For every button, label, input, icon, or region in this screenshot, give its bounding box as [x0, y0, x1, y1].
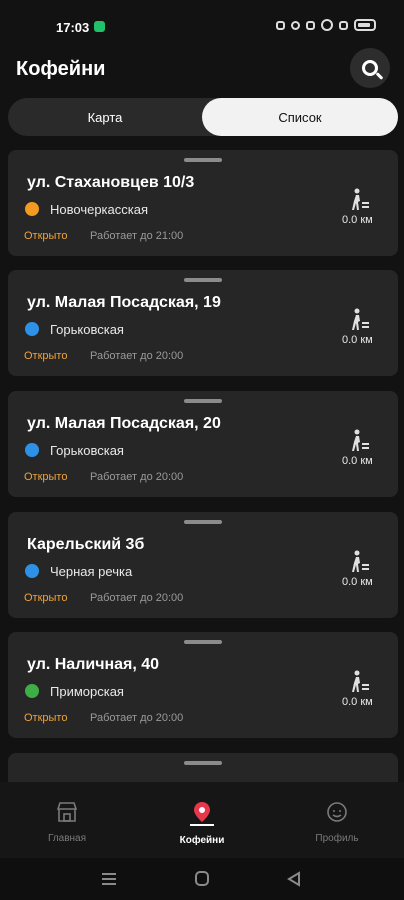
metro-station: Горьковская [50, 322, 124, 337]
distance: 0.0 км [342, 334, 373, 346]
location-pin-icon [194, 802, 210, 822]
nav-item-cafes[interactable]: Кофейни [152, 800, 252, 848]
nav-label: Главная [47, 833, 87, 844]
metro-line-dot [25, 564, 39, 578]
walking-person-icon [352, 188, 369, 210]
open-status: Открыто [24, 592, 68, 604]
metro-station: Новочеркасская [50, 202, 149, 217]
drag-handle[interactable] [184, 640, 222, 644]
distance: 0.0 км [342, 455, 373, 467]
signal-icon [339, 20, 348, 30]
cafe-card[interactable]: ул. Наличная, 40 Приморская Открыто Рабо… [8, 632, 398, 738]
metro-line-dot [25, 202, 39, 216]
drag-handle[interactable] [184, 761, 222, 765]
status-time: 17:03 [56, 20, 90, 35]
nav-item-profile[interactable]: Профиль [287, 800, 387, 846]
drag-handle[interactable] [184, 278, 222, 282]
back-icon[interactable] [284, 870, 304, 888]
open-status: Открыто [24, 712, 68, 724]
cafe-address: ул. Малая Посадская, 20 [27, 415, 221, 432]
working-hours: Работает до 20:00 [90, 471, 184, 483]
header: Кофейни [0, 48, 404, 94]
walking-person-icon [352, 550, 369, 572]
working-hours: Работает до 20:00 [90, 712, 184, 724]
view-toggle: Карта Список [8, 98, 398, 136]
metro-station: Черная речка [50, 564, 133, 579]
distance: 0.0 км [342, 214, 373, 226]
working-hours: Работает до 20:00 [90, 592, 184, 604]
metro-line-dot [25, 684, 39, 698]
cafe-address: Карельский 3б [27, 536, 145, 553]
location-icon [291, 20, 300, 30]
drag-handle[interactable] [184, 399, 222, 403]
status-icons [276, 19, 376, 31]
cafe-card[interactable]: ул. Стахановцев 10/3 Новочеркасская Откр… [8, 150, 398, 256]
cafe-card[interactable]: ул. Малая Посадская, 20 Горьковская Откр… [8, 391, 398, 497]
cafe-card[interactable]: ул. Малая Посадская, 19 Горьковская Откр… [8, 270, 398, 376]
metro-line-dot [25, 322, 39, 336]
home-icon[interactable] [192, 870, 212, 888]
nav-label: Профиль [315, 833, 359, 844]
tab-map[interactable]: Карта [8, 98, 202, 136]
open-status: Открыто [24, 350, 68, 362]
store-icon [56, 802, 78, 822]
status-bar: 17:03 [0, 0, 404, 54]
metro-station: Приморская [50, 684, 124, 699]
page-title: Кофейни [16, 58, 106, 80]
search-button[interactable] [350, 48, 390, 88]
cafe-card[interactable]: Карельский 3б Черная речка Открыто Работ… [8, 512, 398, 618]
tab-list[interactable]: Список [202, 98, 398, 136]
open-status: Открыто [24, 230, 68, 242]
active-indicator [190, 824, 214, 826]
distance: 0.0 км [342, 696, 373, 708]
metro-station: Горьковская [50, 443, 124, 458]
walking-person-icon [352, 308, 369, 330]
system-nav-bar [0, 858, 404, 900]
working-hours: Работает до 21:00 [90, 230, 184, 242]
battery-icon [354, 19, 376, 31]
distance: 0.0 км [342, 576, 373, 588]
cafe-address: ул. Наличная, 40 [27, 656, 160, 673]
recents-icon[interactable] [99, 870, 119, 888]
cafe-address: ул. Стахановцев 10/3 [27, 174, 195, 191]
notification-app-icon [94, 21, 105, 32]
wifi-icon [321, 19, 333, 31]
data-icon [306, 20, 315, 30]
working-hours: Работает до 20:00 [90, 350, 184, 362]
cafe-address: ул. Малая Посадская, 19 [27, 294, 221, 311]
bottom-nav: Главная Кофейни Профиль [0, 782, 404, 858]
open-status: Открыто [24, 471, 68, 483]
cafe-card-partial[interactable] [8, 753, 398, 782]
drag-handle[interactable] [184, 158, 222, 162]
walking-person-icon [352, 670, 369, 692]
profile-icon [327, 802, 347, 822]
nav-label: Кофейни [179, 835, 225, 846]
search-icon [362, 60, 378, 76]
vibrate-icon [276, 20, 285, 30]
cafe-list: ул. Стахановцев 10/3 Новочеркасская Откр… [0, 150, 404, 782]
metro-line-dot [25, 443, 39, 457]
drag-handle[interactable] [184, 520, 222, 524]
nav-item-home[interactable]: Главная [17, 800, 117, 846]
walking-person-icon [352, 429, 369, 451]
